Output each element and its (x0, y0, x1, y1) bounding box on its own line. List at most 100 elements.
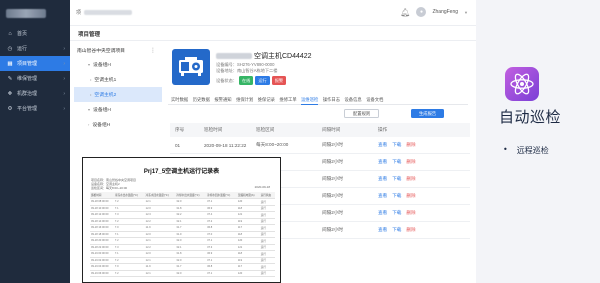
device-title-redacted (216, 53, 252, 59)
sidebar-item-1[interactable]: ◷ 运行 › (0, 41, 70, 56)
bell-icon[interactable]: 🔔︎ (400, 8, 410, 17)
report-preview: Prj17_5空调主机运行记录表 项目名称：南山智谷中央空调项目 设备名称：空调主… (82, 157, 281, 283)
tab-8[interactable]: 设备信息 (345, 95, 362, 104)
tab-bar: 实时数据 历史数据 报警通知 维保计划 维保记录 维修工单 运维巡检 操作日志 设备信息 设备文档 (168, 95, 468, 105)
row-actions: 查看 下载 删除 (378, 210, 448, 216)
divider (70, 40, 476, 41)
tree-node[interactable]: • 空调主机2 (74, 87, 162, 102)
device-image (172, 49, 210, 85)
tree-node[interactable]: ▾ 设备组H (74, 57, 162, 72)
tree-node[interactable]: ▾ 设备组H (74, 102, 162, 117)
sidebar-item-0[interactable]: ⌂ 首页 (0, 26, 70, 41)
atom-icon (505, 67, 539, 101)
column-header: 操作 (378, 127, 388, 132)
user-name[interactable]: ZhangFeng (432, 9, 458, 15)
download-link[interactable]: 下载 (392, 159, 401, 165)
project-tree: 南山智谷中央空调项目 ⋮ ▾ 设备组H • 空调主机1 • 空调主机2 ▾ 设备组H › 设备组H (74, 43, 162, 156)
row-actions: 查看 下载 删除 (378, 142, 448, 148)
sidebar-item-label: 首页 (17, 31, 28, 37)
view-link[interactable]: 查看 (378, 193, 387, 199)
tab-9[interactable]: 设备文档 (366, 95, 383, 104)
platform-icon: ⚙ (7, 105, 13, 112)
table-cell: 间隔2小时 (322, 227, 343, 232)
report-date: 2020-09-18 (254, 185, 270, 189)
report-info: 项目名称：南山智谷中央空调项目 设备名称：空调主机2 巡检区间：每天8:00~20:… (91, 178, 280, 190)
table-cell: 间隔2小时 (322, 142, 343, 147)
report-cell: 09-19 06:00:00 (90, 270, 114, 277)
delete-link[interactable]: 删除 (406, 142, 415, 148)
feature-heading: 自动巡检 (499, 108, 562, 126)
download-link[interactable]: 下载 (392, 142, 401, 148)
sidebar-item-3[interactable]: ✎ 维保管理 › (0, 71, 70, 86)
tree-root[interactable]: 南山智谷中央空调项目 ⋮ (74, 43, 162, 57)
download-link[interactable]: 下载 (392, 193, 401, 199)
sidebar-item-5[interactable]: ⚙ 平台管理 › (0, 101, 70, 116)
tree-node[interactable]: • 空调主机1 (74, 72, 162, 87)
report-info-line: 巡检区间：每天8:00~20:00 (91, 186, 128, 190)
tab-6[interactable]: 运维巡检 (301, 95, 319, 105)
report-table: 巡检时间 冷冻水出水温度(℃) 冷冻水回水温度(℃) 冷却水出水温度(℃) 冷却水回水温… (90, 192, 275, 277)
sidebar-item-label: 机群治理 (17, 91, 38, 97)
maintenance-icon: ✎ (7, 75, 13, 82)
row-actions: 查看 下载 删除 (378, 227, 448, 233)
tree-node[interactable]: › 设备组H (74, 117, 162, 132)
table-cell: 01 (175, 142, 181, 148)
view-link[interactable]: 查看 (378, 210, 387, 216)
delete-link[interactable]: 删除 (406, 210, 415, 216)
view-link[interactable]: 查看 (378, 142, 387, 148)
topbar-redacted-text (84, 10, 133, 15)
cluster-icon: ❖ (7, 90, 13, 97)
app-window: ⌂ 首页 ◷ 运行 › ▦ 项目管理 › ✎ 维保管理 › ❖ 机群治理 › ⚙ 平台管理 › 项 🔔︎ ● Z… (0, 0, 476, 283)
tab-2[interactable]: 报警通知 (214, 95, 231, 104)
delete-link[interactable]: 删除 (406, 176, 415, 182)
download-link[interactable]: 下载 (392, 210, 401, 216)
feature-bullet: • 远程巡检 (503, 145, 549, 156)
project-icon: ▦ (7, 60, 13, 67)
table-cell: 间隔2小时 (322, 210, 343, 215)
tree-node-label: 设备组H (93, 63, 111, 68)
report-title: Prj17_5空调主机运行记录表 (143, 169, 220, 175)
more-icon[interactable]: ⋮ (150, 47, 156, 54)
table-cell: 间隔2小时 (322, 159, 343, 164)
tab-5[interactable]: 维修工单 (279, 95, 296, 104)
tree-node-label: 空调主机2 (94, 93, 117, 98)
tab-4[interactable]: 维保记录 (258, 95, 275, 104)
status-badge: 运行 (255, 76, 270, 85)
report-cell: 运行 (259, 270, 275, 277)
table-row: 01 2020-09-18 11:22:22 每天8:00~20:00 间隔2小时 查看… (170, 137, 470, 154)
row-actions: 查看 下载 删除 (378, 193, 448, 199)
download-link[interactable]: 下载 (392, 227, 401, 233)
view-link[interactable]: 查看 (378, 159, 387, 165)
delete-link[interactable]: 删除 (406, 159, 415, 165)
tree-node-label: 设备组H (93, 108, 111, 113)
sidebar-item-4[interactable]: ❖ 机群治理 › (0, 86, 70, 101)
view-link[interactable]: 查看 (378, 176, 387, 182)
run-icon: ◷ (7, 45, 13, 52)
chevron-icon: ▾ (88, 62, 91, 67)
sidebar-item-label: 项目管理 (17, 61, 38, 67)
view-link[interactable]: 查看 (378, 227, 387, 233)
tab-0[interactable]: 实时数据 (171, 95, 188, 104)
chiller-icon (179, 57, 203, 76)
tab-3[interactable]: 维保计划 (236, 95, 253, 104)
action-buttons: 配置规则 (344, 109, 380, 118)
chevron-down-icon: › (63, 45, 65, 52)
generate-report-button[interactable]: 生成报告 (411, 109, 445, 118)
chevron-down-icon: › (63, 60, 65, 67)
delete-link[interactable]: 删除 (406, 193, 415, 199)
delete-link[interactable]: 删除 (406, 227, 415, 233)
config-rules-button[interactable]: 配置规则 (344, 109, 380, 118)
topbar-label: 项 (76, 10, 82, 16)
tab-1[interactable]: 历史数据 (193, 95, 210, 104)
column-header: 巡检区间 (256, 127, 275, 132)
chevron-down-icon[interactable]: ▼ (464, 10, 468, 15)
tree-root-label: 南山智谷中央空调项目 (77, 48, 125, 54)
top-bar: 项 🔔︎ ● ZhangFeng ▼ (70, 0, 476, 26)
download-link[interactable]: 下载 (392, 176, 401, 182)
action-buttons-2: 生成报告 (411, 109, 445, 118)
sidebar: ⌂ 首页 ◷ 运行 › ▦ 项目管理 › ✎ 维保管理 › ❖ 机群治理 › ⚙ 平台管理 › (0, 0, 70, 283)
avatar[interactable]: ● (416, 7, 427, 17)
report-row: 09-19 06:00:00 7.2 12.1 32.0 37.1 120 运行 (90, 270, 275, 277)
sidebar-item-2[interactable]: ▦ 项目管理 › (0, 56, 70, 71)
tab-7[interactable]: 操作日志 (323, 95, 340, 104)
